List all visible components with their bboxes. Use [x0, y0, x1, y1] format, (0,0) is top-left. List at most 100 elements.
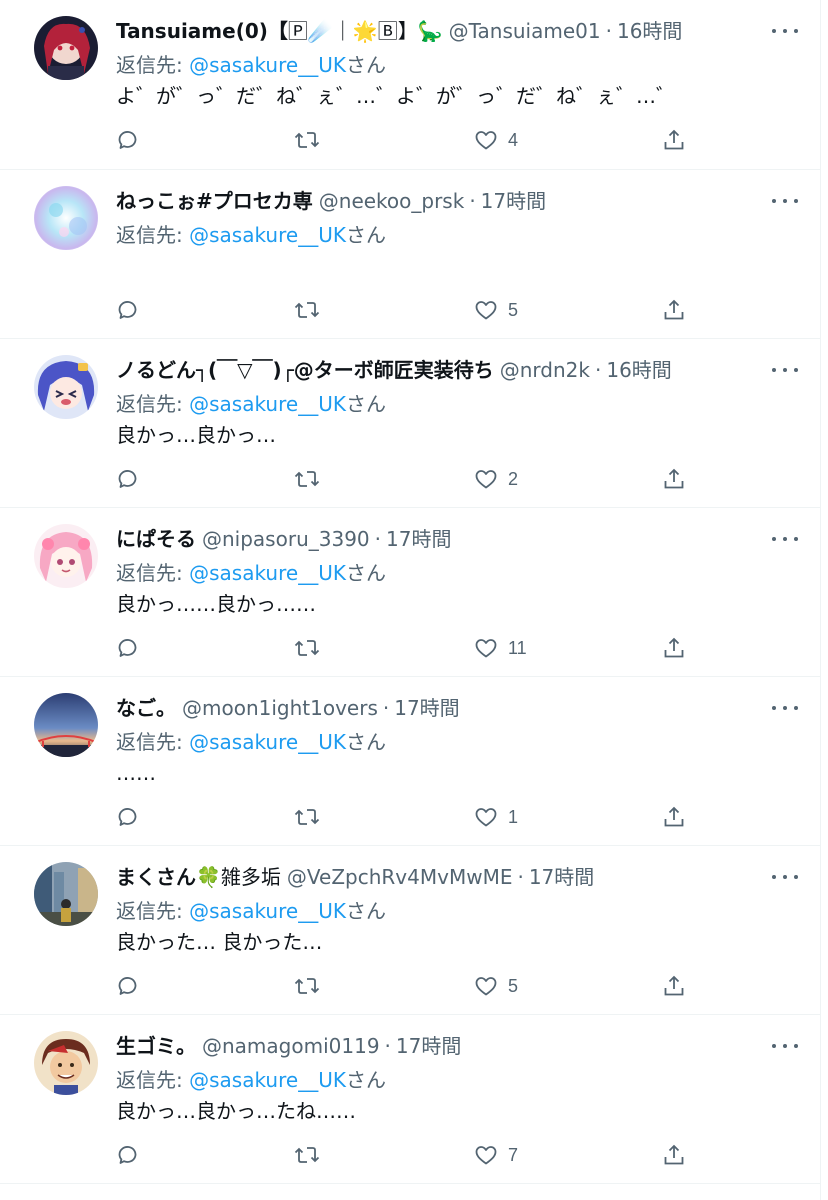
tweet-item[interactable]: なご。 @moon1ight1overs · 17時間 返信先: @sasaku…: [0, 677, 820, 846]
reply-button[interactable]: [116, 463, 140, 495]
timestamp[interactable]: 16時間: [617, 14, 682, 48]
like-button[interactable]: 7: [474, 1139, 518, 1171]
share-icon: [664, 1144, 684, 1165]
timestamp[interactable]: 16時間: [606, 353, 671, 387]
reply-mention[interactable]: @sasakure__UK: [189, 1068, 346, 1092]
reply-suffix: さん: [345, 392, 386, 416]
reply-mention[interactable]: @sasakure__UK: [189, 899, 346, 923]
more-icon[interactable]: [772, 528, 798, 550]
retweet-button[interactable]: [294, 294, 320, 326]
avatar[interactable]: [34, 186, 98, 250]
timestamp[interactable]: 17時間: [481, 184, 546, 218]
reply-mention[interactable]: @sasakure__UK: [189, 561, 346, 585]
like-count: 1: [508, 806, 519, 827]
display-name[interactable]: Tansuiame(0)【🄿☄️｜🌟🄱】🦕: [116, 14, 443, 48]
avatar[interactable]: [34, 16, 98, 80]
user-handle[interactable]: @nrdn2k: [500, 353, 590, 387]
retweet-icon: [294, 471, 320, 487]
share-button[interactable]: [662, 801, 686, 833]
display-name[interactable]: 生ゴミ。: [116, 1029, 196, 1063]
share-button[interactable]: [662, 463, 686, 495]
user-handle[interactable]: @Tansuiame01: [449, 14, 601, 48]
tweet-item[interactable]: ノるどん┐(￣▽￣)┌@ターボ師匠実装待ち @nrdn2k · 16時間 返信先…: [0, 339, 820, 508]
display-name[interactable]: ねっこぉ#プロセカ専: [116, 184, 313, 218]
reply-button[interactable]: [116, 1139, 140, 1171]
retweet-button[interactable]: [294, 463, 320, 495]
display-name[interactable]: ノるどん┐(￣▽￣)┌@ターボ師匠実装待ち: [116, 353, 494, 387]
reply-button[interactable]: [116, 294, 140, 326]
user-handle[interactable]: @moon1ight1overs: [182, 691, 378, 725]
timestamp[interactable]: 17時間: [529, 860, 594, 894]
share-button[interactable]: [662, 632, 686, 664]
like-count: 2: [508, 468, 519, 489]
avatar[interactable]: [34, 524, 98, 588]
tweet-item[interactable]: にぱそる @nipasoru_3390 · 17時間 返信先: @sasakur…: [0, 508, 820, 677]
separator-dot: ·: [594, 358, 602, 382]
retweet-button[interactable]: [294, 970, 320, 1002]
more-icon[interactable]: [772, 1035, 798, 1057]
reply-button[interactable]: [116, 632, 140, 664]
retweet-button[interactable]: [294, 124, 320, 156]
share-button[interactable]: [662, 970, 686, 1002]
like-button[interactable]: 1: [474, 801, 518, 833]
like-button[interactable]: 5: [474, 970, 518, 1002]
more-icon[interactable]: [772, 866, 798, 888]
timestamp[interactable]: 17時間: [394, 691, 459, 725]
retweet-button[interactable]: [294, 801, 320, 833]
display-name[interactable]: にぱそる: [116, 522, 196, 556]
like-button[interactable]: 4: [474, 124, 518, 156]
more-icon[interactable]: [772, 697, 798, 719]
timestamp[interactable]: 17時間: [386, 522, 451, 556]
timestamp[interactable]: 17時間: [396, 1029, 461, 1063]
reply-mention[interactable]: @sasakure__UK: [189, 730, 346, 754]
tweet-header: にぱそる @nipasoru_3390 · 17時間: [116, 522, 760, 556]
reply-button[interactable]: [116, 970, 140, 1002]
more-icon[interactable]: [772, 190, 798, 212]
reply-button[interactable]: [116, 124, 140, 156]
tweet-text: 良かっ……良かっ……: [116, 592, 316, 616]
share-button[interactable]: [662, 1139, 686, 1171]
reply-suffix: さん: [345, 53, 386, 77]
reply-to-label: 返信先:: [116, 561, 190, 585]
reply-mention[interactable]: @sasakure__UK: [189, 392, 346, 416]
name-emoji: 🍀雑多垢: [196, 865, 281, 889]
tweet-item[interactable]: ねっこぉ#プロセカ専 @neekoo_prsk · 17時間 返信先: @sas…: [0, 170, 820, 339]
heart-icon: [475, 1146, 497, 1165]
display-name[interactable]: なご。: [116, 691, 176, 725]
user-handle[interactable]: @nipasoru_3390: [202, 522, 370, 556]
more-icon[interactable]: [772, 359, 798, 381]
reply-mention[interactable]: @sasakure__UK: [189, 53, 346, 77]
tweet-item[interactable]: まくさん🍀雑多垢 @VeZpchRv4MvMwME · 17時間 返信先: @s…: [0, 846, 820, 1015]
like-button[interactable]: 11: [474, 632, 527, 664]
avatar[interactable]: [34, 1031, 98, 1095]
reply-suffix: さん: [345, 730, 386, 754]
reply-suffix: さん: [345, 561, 386, 585]
display-name[interactable]: まくさん🍀雑多垢: [116, 860, 281, 894]
avatar[interactable]: [34, 355, 98, 419]
separator-dot: ·: [382, 696, 390, 720]
user-handle[interactable]: @neekoo_prsk: [319, 184, 465, 218]
like-count: 7: [508, 1144, 519, 1165]
reply-to-label: 返信先:: [116, 730, 190, 754]
reply-button[interactable]: [116, 801, 140, 833]
reply-icon: [118, 1146, 137, 1164]
retweet-button[interactable]: [294, 1139, 320, 1171]
tweet-item[interactable]: Tansuiame(0)【🄿☄️｜🌟🄱】🦕 @Tansuiame01 · 16時…: [0, 0, 820, 170]
reply-mention[interactable]: @sasakure__UK: [189, 223, 346, 247]
tweet-header: なご。 @moon1ight1overs · 17時間: [116, 691, 760, 725]
user-handle[interactable]: @VeZpchRv4MvMwME: [287, 860, 513, 894]
avatar[interactable]: [34, 862, 98, 926]
separator-dot: ·: [374, 527, 381, 551]
reply-to-line: 返信先: @sasakure__UKさん: [116, 727, 386, 757]
reply-to-line: 返信先: @sasakure__UKさん: [116, 558, 386, 588]
user-handle[interactable]: @namagomi0119: [202, 1029, 380, 1063]
retweet-button[interactable]: [294, 632, 320, 664]
like-button[interactable]: 2: [474, 463, 518, 495]
avatar[interactable]: [34, 693, 98, 757]
tweet-text: 良かっ…良かっ…たね……: [116, 1099, 356, 1123]
like-button[interactable]: 5: [474, 294, 518, 326]
share-button[interactable]: [662, 124, 686, 156]
more-icon[interactable]: [772, 20, 798, 42]
tweet-item[interactable]: 生ゴミ。 @namagomi0119 · 17時間 返信先: @sasakure…: [0, 1015, 820, 1184]
share-button[interactable]: [662, 294, 686, 326]
